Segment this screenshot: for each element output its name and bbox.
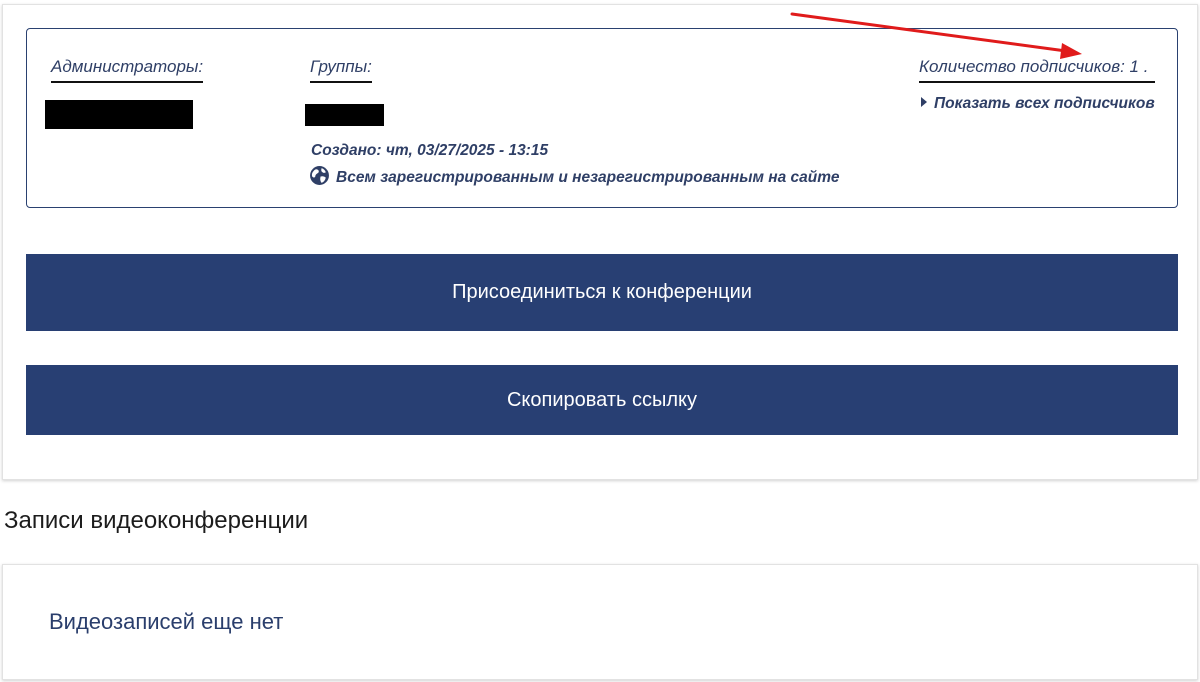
visibility-info: Всем зарегистрированным и незарегистриро…	[309, 165, 839, 191]
conference-info-box: Администраторы: Группы: Создано: чт, 03/…	[26, 28, 1178, 208]
created-date: Создано: чт, 03/27/2025 - 13:15	[311, 142, 549, 159]
no-recordings-message: Видеозаписей еще нет	[49, 609, 284, 634]
copy-link-button[interactable]: Скопировать ссылку	[26, 365, 1178, 435]
globe-icon	[309, 165, 330, 191]
recordings-card: Видеозаписей еще нет	[2, 564, 1198, 680]
recordings-section-title: Записи видеоконференции	[4, 507, 309, 534]
groups-label: Группы:	[310, 57, 372, 83]
visibility-text: Всем зарегистрированным и незарегистриро…	[336, 169, 840, 186]
admins-redacted	[45, 100, 193, 129]
groups-redacted	[305, 104, 384, 126]
show-all-subscribers-link[interactable]: Показать всех подписчиков	[921, 95, 1155, 113]
conference-card: Администраторы: Группы: Создано: чт, 03/…	[2, 4, 1198, 480]
subscribers-count: Количество подписчиков: 1 .	[919, 57, 1155, 83]
join-conference-button[interactable]: Присоединиться к конференции	[26, 254, 1178, 331]
triangle-right-icon	[921, 97, 927, 107]
admins-label: Администраторы:	[51, 57, 204, 83]
